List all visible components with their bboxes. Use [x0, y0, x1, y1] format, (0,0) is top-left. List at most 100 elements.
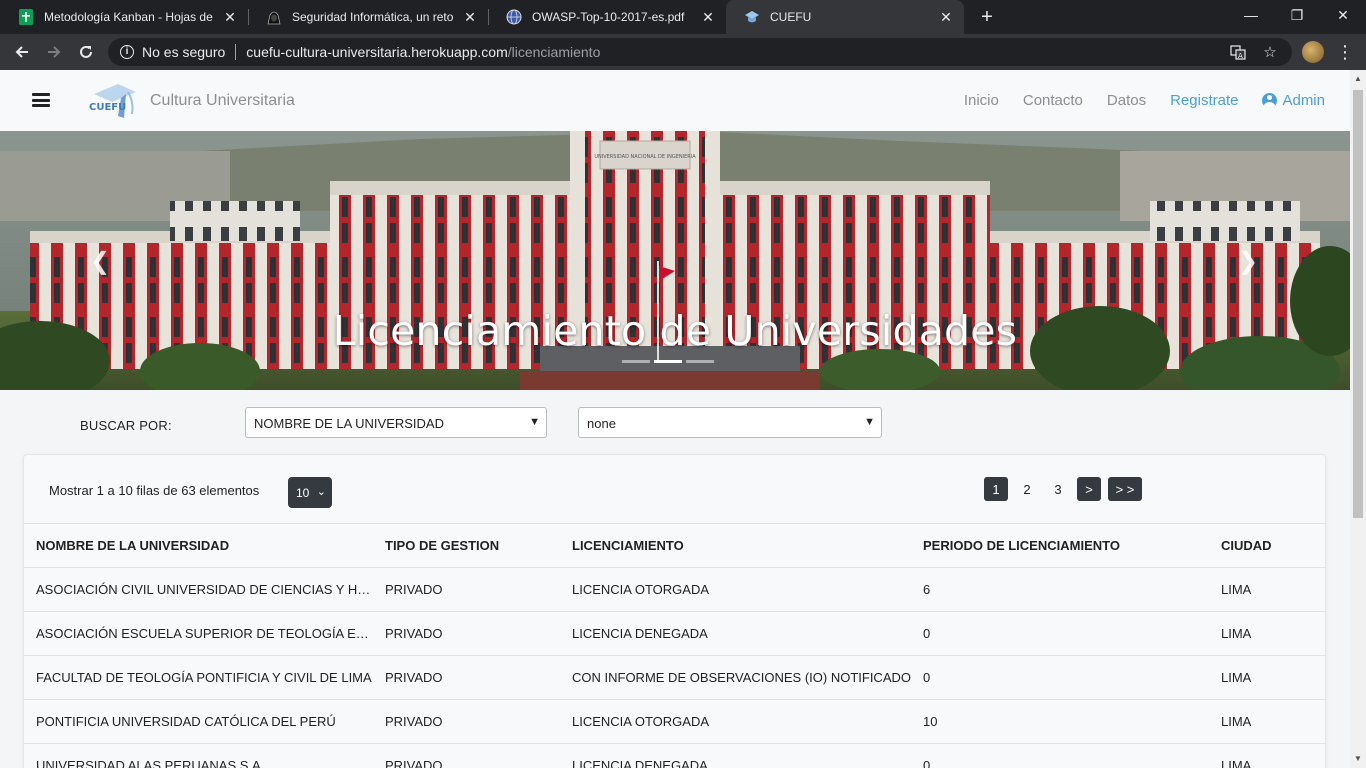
table-row[interactable]: ASOCIACIÓN ESCUELA SUPERIOR DE TEOLOGÍA … — [24, 611, 1325, 656]
translate-icon[interactable]: A — [1228, 38, 1248, 66]
cell-licencia: LICENCIA DENEGADA — [560, 611, 911, 656]
reload-icon — [80, 45, 92, 58]
results-summary: Mostrar 1 a 10 filas de 63 elementos — [49, 483, 260, 498]
carousel-indicator-active[interactable] — [654, 360, 682, 363]
carousel-indicator[interactable] — [686, 360, 714, 363]
cuefu-logo[interactable]: CUEFU — [88, 80, 138, 122]
next-page-button[interactable]: > — [1077, 477, 1101, 501]
carousel-prev-icon[interactable]: ❮ — [88, 247, 112, 277]
close-icon[interactable]: ✕ — [462, 9, 478, 25]
cell-ciudad: LIMA — [1209, 743, 1325, 768]
header-periodo[interactable]: PERIODO DE LICENCIAMIENTO — [911, 523, 1209, 568]
hero-title: Licenciamiento de Universidades — [332, 307, 1018, 355]
page-size-value: 10 — [296, 486, 310, 500]
arrow-right-icon — [48, 46, 61, 58]
hamburger-menu-icon[interactable] — [32, 93, 50, 107]
header-name[interactable]: NOMBRE DE LA UNIVERSIDAD — [24, 523, 373, 568]
scroll-down-icon[interactable]: ▼ — [1353, 754, 1363, 764]
nav-admin-label: Admin — [1282, 92, 1325, 109]
site-navbar: CUEFU Cultura Universitaria Inicio Conta… — [0, 70, 1350, 131]
nav-inicio[interactable]: Inicio — [964, 92, 999, 109]
nav-datos[interactable]: Datos — [1107, 92, 1146, 109]
tab-owasp[interactable]: OWASP-Top-10-2017-es.pdf ✕ — [488, 0, 726, 34]
nav-admin[interactable]: Admin — [1262, 92, 1325, 109]
tab-label: Seguridad Informática, un reto pa — [292, 10, 456, 24]
search-filter-select[interactable]: none ▼ — [578, 407, 882, 438]
cell-name: UNIVERSIDAD ALAS PERUANAS S.A. — [24, 743, 373, 768]
search-by-label: BUSCAR POR: — [80, 418, 172, 433]
cell-periodo: 0 — [911, 655, 1209, 700]
table-row[interactable]: UNIVERSIDAD ALAS PERUANAS S.A. PRIVADO L… — [24, 743, 1325, 768]
cell-ciudad: LIMA — [1209, 655, 1325, 700]
search-field-select[interactable]: NOMBRE DE LA UNIVERSIDAD ▼ — [245, 407, 547, 438]
info-icon[interactable]: i — [120, 45, 134, 59]
hacker-icon — [266, 9, 282, 25]
pagination: 1 2 3 > > > — [984, 477, 1149, 501]
close-icon[interactable]: ✕ — [938, 9, 954, 25]
reload-button[interactable] — [74, 40, 98, 64]
close-icon[interactable]: ✕ — [222, 9, 238, 25]
carousel-indicator[interactable] — [622, 360, 650, 363]
hero-carousel: UNIVERSIDAD NACIONAL DE INGENIERIA ❮ ❯ L… — [0, 131, 1350, 390]
browser-menu-icon[interactable]: ⋮ — [1336, 40, 1354, 64]
cell-periodo: 6 — [911, 567, 1209, 612]
globe-icon — [506, 9, 522, 25]
cell-name: ASOCIACIÓN ESCUELA SUPERIOR DE TEOLOGÍA … — [24, 611, 373, 656]
cell-name: PONTIFICIA UNIVERSIDAD CATÓLICA DEL PERÚ — [24, 699, 373, 744]
browser-tab-strip: Metodología Kanban - Hojas de c ✕ Seguri… — [0, 0, 1366, 34]
profile-avatar[interactable] — [1302, 41, 1324, 63]
address-bar[interactable]: i No es seguro cuefu-cultura-universitar… — [108, 38, 1292, 66]
tab-cuefu[interactable]: CUEFU ✕ — [726, 0, 964, 34]
minimize-button[interactable]: — — [1228, 0, 1274, 30]
table-row[interactable]: FACULTAD DE TEOLOGÍA PONTIFICIA Y CIVIL … — [24, 655, 1325, 700]
page-2-button[interactable]: 2 — [1015, 477, 1039, 501]
security-status[interactable]: No es seguro — [142, 44, 225, 60]
cell-ciudad: LIMA — [1209, 567, 1325, 612]
cell-gestion: PRIVADO — [373, 655, 560, 700]
last-page-button[interactable]: > > — [1108, 477, 1142, 501]
forward-button[interactable] — [42, 40, 66, 64]
nav-registrate[interactable]: Registrate — [1170, 92, 1238, 109]
page-3-button[interactable]: 3 — [1046, 477, 1070, 501]
browser-toolbar: i No es seguro cuefu-cultura-universitar… — [0, 34, 1366, 70]
bookmark-star-icon[interactable]: ☆ — [1260, 38, 1280, 66]
new-tab-button[interactable]: + — [976, 6, 998, 28]
svg-text:A: A — [1238, 52, 1243, 60]
scroll-up-icon[interactable]: ▲ — [1353, 74, 1363, 84]
arrow-left-icon — [15, 46, 28, 58]
cell-gestion: PRIVADO — [373, 743, 560, 768]
chevron-down-icon: ▼ — [864, 416, 875, 428]
table-row[interactable]: ASOCIACIÓN CIVIL UNIVERSIDAD DE CIENCIAS… — [24, 567, 1325, 612]
tab-kanban[interactable]: Metodología Kanban - Hojas de c ✕ — [0, 0, 248, 34]
page-1-button[interactable]: 1 — [984, 477, 1008, 501]
restore-button[interactable]: ❐ — [1274, 0, 1320, 30]
main-nav: Inicio Contacto Datos Registrate Admin — [940, 92, 1325, 109]
sheets-icon — [18, 9, 34, 25]
window-close-button[interactable]: ✕ — [1320, 0, 1366, 30]
page-scrollbar[interactable]: ▲ ▼ — [1350, 70, 1366, 768]
chevron-down-icon: ▼ — [529, 416, 540, 428]
header-ciudad[interactable]: CIUDAD — [1209, 523, 1325, 568]
scrollbar-thumb[interactable] — [1353, 90, 1363, 518]
cell-gestion: PRIVADO — [373, 567, 560, 612]
nav-contacto[interactable]: Contacto — [1023, 92, 1083, 109]
tab-seguridad[interactable]: Seguridad Informática, un reto pa ✕ — [248, 0, 488, 34]
site-brand[interactable]: Cultura Universitaria — [150, 92, 295, 110]
cell-licencia: LICENCIA OTORGADA — [560, 567, 911, 612]
cell-name: FACULTAD DE TEOLOGÍA PONTIFICIA Y CIVIL … — [24, 655, 373, 700]
back-button[interactable] — [10, 40, 34, 64]
close-icon[interactable]: ✕ — [700, 9, 716, 25]
carousel-indicators — [620, 360, 716, 363]
search-field-value: NOMBRE DE LA UNIVERSIDAD — [254, 416, 444, 431]
carousel-next-icon[interactable]: ❯ — [1236, 247, 1260, 277]
table-row[interactable]: PONTIFICIA UNIVERSIDAD CATÓLICA DEL PERÚ… — [24, 699, 1325, 744]
svg-text:CUEFU: CUEFU — [89, 102, 126, 113]
url-domain: cuefu-cultura-universitaria.herokuapp.co… — [246, 44, 508, 60]
user-circle-icon — [1262, 93, 1278, 108]
graduation-cap-icon — [744, 9, 760, 25]
header-licencia[interactable]: LICENCIAMIENTO — [560, 523, 911, 568]
cell-periodo: 0 — [911, 743, 1209, 768]
header-gestion[interactable]: TIPO DE GESTION — [373, 523, 560, 568]
url-path: /licenciamiento — [507, 44, 601, 60]
page-size-select[interactable]: 10 ⌄ — [288, 477, 332, 508]
